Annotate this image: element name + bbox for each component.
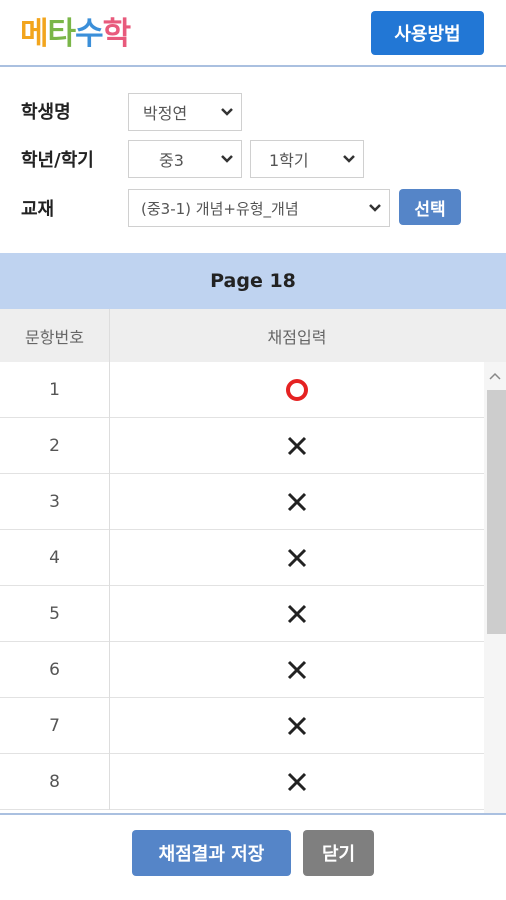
question-number: 8: [0, 754, 110, 810]
wrong-x-icon: [287, 548, 307, 568]
table-header: 문항번호 채점입력: [0, 309, 506, 362]
grade-select-value: 중3: [159, 151, 184, 170]
table-row: 8: [0, 754, 484, 810]
question-number: 6: [0, 642, 110, 698]
grade-select[interactable]: 중3: [128, 140, 242, 178]
table-row: 6: [0, 642, 484, 698]
chevron-down-icon: [335, 140, 363, 178]
column-header-number: 문항번호: [0, 309, 110, 362]
table-row: 4: [0, 530, 484, 586]
app-header: 메타수학 사용방법: [0, 0, 506, 67]
metamath-logo: 메타수학: [20, 14, 132, 54]
column-header-grade: 채점입력: [267, 327, 327, 347]
student-select[interactable]: 박정연: [128, 93, 242, 131]
chevron-down-icon: [213, 93, 241, 131]
student-label: 학생명: [21, 102, 71, 123]
correct-circle-icon: [286, 379, 308, 401]
question-number: 3: [0, 474, 110, 530]
chevron-down-icon: [361, 189, 389, 227]
table-row: 3: [0, 474, 484, 530]
help-button[interactable]: 사용방법: [371, 11, 484, 55]
wrong-x-icon: [287, 716, 307, 736]
logo-char: 타: [47, 16, 77, 52]
semester-select-value: 1학기: [269, 151, 309, 170]
grade-toggle[interactable]: [110, 362, 484, 418]
save-results-button[interactable]: 채점결과 저장: [132, 830, 291, 876]
wrong-x-icon: [287, 492, 307, 512]
wrong-x-icon: [287, 660, 307, 680]
textbook-label: 교재: [21, 199, 55, 220]
question-number: 2: [0, 418, 110, 474]
wrong-x-icon: [287, 604, 307, 624]
grade-toggle[interactable]: [110, 698, 484, 754]
grade-toggle[interactable]: [110, 754, 484, 810]
scrollbar[interactable]: [484, 362, 506, 814]
grading-table-body: 12345678: [0, 362, 506, 814]
table-row: 2: [0, 418, 484, 474]
wrong-x-icon: [287, 436, 307, 456]
semester-select[interactable]: 1학기: [250, 140, 364, 178]
student-select-value: 박정연: [143, 104, 188, 123]
wrong-x-icon: [287, 772, 307, 792]
grade-toggle[interactable]: [110, 418, 484, 474]
question-number: 5: [0, 586, 110, 642]
grade-label: 학년/학기: [21, 150, 94, 171]
chevron-down-icon: [213, 140, 241, 178]
grade-toggle[interactable]: [110, 586, 484, 642]
grade-toggle[interactable]: [110, 530, 484, 586]
logo-char: 학: [102, 16, 132, 52]
page-title: Page 18: [0, 253, 506, 309]
logo-char: 수: [75, 16, 104, 52]
select-button[interactable]: 선택: [399, 189, 461, 225]
close-button[interactable]: 닫기: [303, 830, 374, 876]
textbook-select[interactable]: (중3-1) 개념+유형_개념: [128, 189, 390, 227]
logo-char: 메: [20, 16, 49, 52]
grade-toggle[interactable]: [110, 642, 484, 698]
scroll-up-arrow-icon[interactable]: [484, 362, 506, 390]
grade-toggle[interactable]: [110, 474, 484, 530]
scrollbar-thumb[interactable]: [487, 390, 506, 634]
table-row: 5: [0, 586, 484, 642]
question-number: 4: [0, 530, 110, 586]
textbook-select-value: (중3-1) 개념+유형_개념: [141, 199, 299, 218]
table-row: 1: [0, 362, 484, 418]
table-row: 7: [0, 698, 484, 754]
question-number: 7: [0, 698, 110, 754]
footer: 채점결과 저장 닫기: [0, 813, 506, 900]
question-number: 1: [0, 362, 110, 418]
